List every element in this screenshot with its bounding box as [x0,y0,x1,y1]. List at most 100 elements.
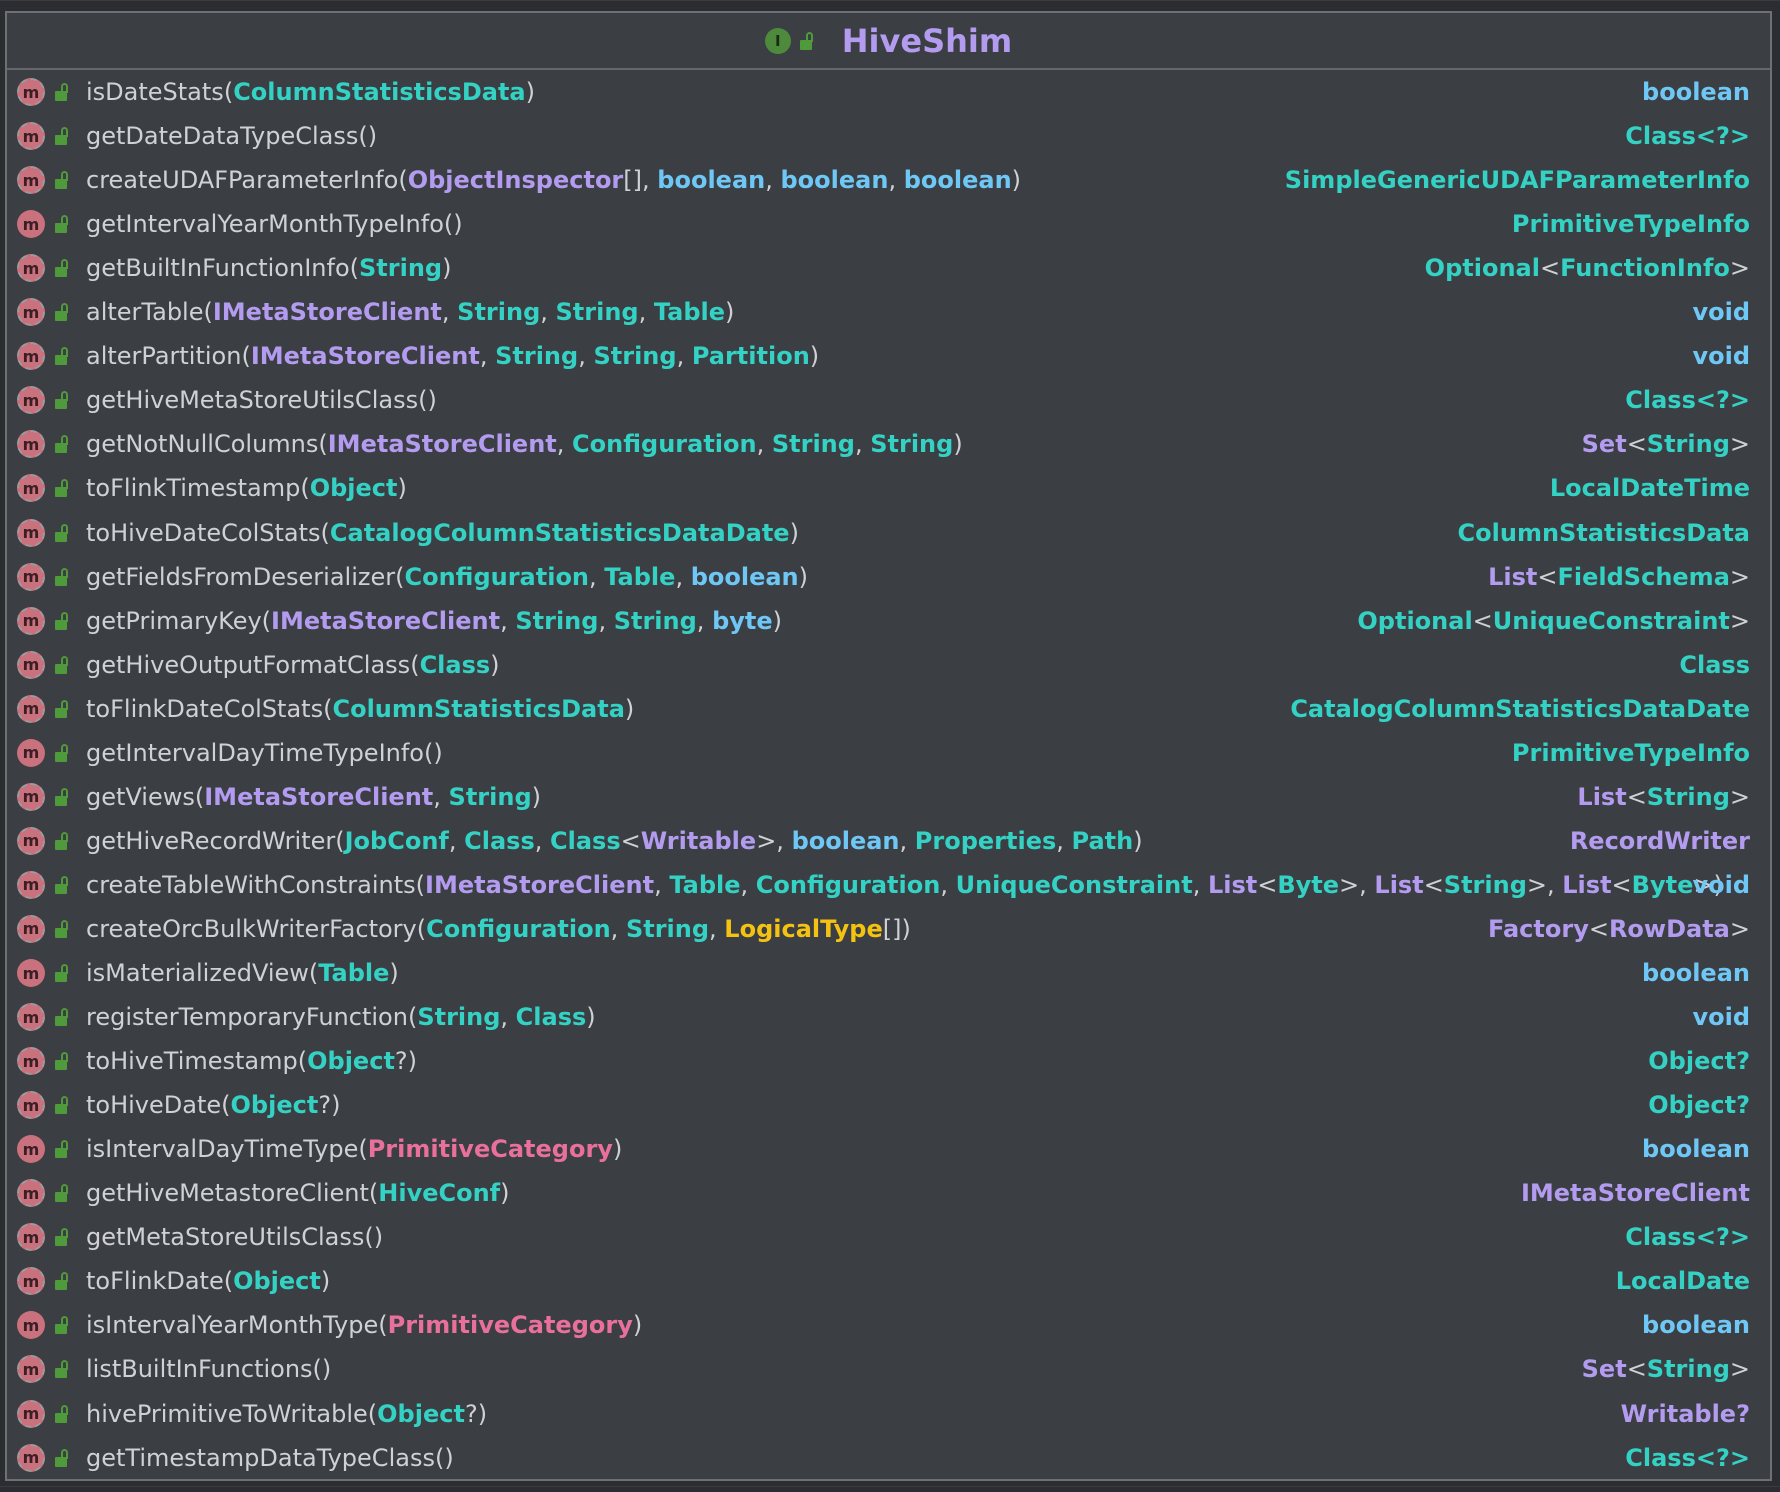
method-row[interactable]: m toFlinkTimestamp(Object) LocalDateTime [7,466,1770,510]
method-row[interactable]: m isDateStats(ColumnStatisticsData) boolea… [7,70,1770,114]
return-type-token: < [1539,254,1561,283]
return-type: Class<?> [1625,1223,1750,1251]
method-row[interactable]: m listBuiltInFunctions() Set<String> [7,1347,1770,1391]
return-type-token: < [1626,1355,1647,1384]
return-type-token: ? [1736,1399,1750,1428]
method-row[interactable]: m getHiveRecordWriter(JobConf, Class, Cla… [7,819,1770,863]
param-type: ColumnStatisticsData [233,78,526,106]
method-row[interactable]: m toHiveDateColStats(CatalogColumnStatist… [7,511,1770,555]
paren: ( [320,518,330,547]
method-row[interactable]: m getFieldsFromDeserializer(Configuration… [7,555,1770,599]
method-row[interactable]: m getPrimaryKey(IMetaStoreClient, String,… [7,599,1770,643]
paren: ) [389,959,399,987]
uml-class-box[interactable]: I HiveShim m isDateStats(ColumnStatistics… [5,11,1772,1481]
method-row[interactable]: m alterPartition(IMetaStoreClient, String… [7,334,1770,378]
method-row[interactable]: m getViews(IMetaStoreClient, String) List<… [7,775,1770,819]
method-row[interactable]: m getDateDataTypeClass() Class<?> [7,114,1770,158]
param-type: Path [1071,826,1134,855]
method-row[interactable]: m hivePrimitiveToWritable(Object?) Writabl… [7,1392,1770,1436]
method-row[interactable]: m toFlinkDate(Object) LocalDate [7,1259,1770,1303]
param-type: boolean [791,826,900,855]
method-signature: registerTemporaryFunction(String, Class) [86,1003,596,1031]
comma: , [654,870,670,899]
method-name: getPrimaryKey [86,606,262,635]
return-type-token: > [1729,606,1750,635]
class-header[interactable]: I HiveShim [7,13,1770,70]
param-type: < [620,826,641,855]
public-lock-icon [54,215,69,234]
method-row[interactable]: m getIntervalDayTimeTypeInfo() PrimitiveTy… [7,731,1770,775]
abstract-method-icon: m [17,1179,45,1208]
method-name: getViews [86,782,195,811]
return-type-token: ? [1736,1047,1750,1076]
paren: ) [809,342,820,371]
comma: , [610,914,626,943]
method-row[interactable]: m isIntervalYearMonthType(PrimitiveCatego… [7,1303,1770,1347]
method-signature: getIntervalDayTimeTypeInfo() [86,739,443,767]
method-name: toHiveTimestamp [86,1047,298,1076]
method-row[interactable]: m isIntervalDayTimeType(PrimitiveCategory… [7,1127,1770,1171]
param-type: > [1526,870,1547,899]
paren: ) [331,1091,341,1120]
comma: , [441,298,458,327]
return-type: ColumnStatisticsData [1458,519,1750,547]
return-type: Set<String> [1582,1355,1750,1383]
return-type-token: Optional [1424,254,1540,283]
return-type: Class<?> [1625,1444,1750,1472]
method-row[interactable]: m getHiveMetaStoreUtilsClass() Class<?> [7,378,1770,422]
param-type: String [771,430,855,459]
param-type: String [870,430,954,459]
method-row[interactable]: m getMetaStoreUtilsClass() Class<?> [7,1215,1770,1259]
return-type-token: LocalDateTime [1549,474,1750,503]
return-type-token: PrimitiveTypeInfo [1511,210,1750,239]
abstract-method-icon: m [17,1003,45,1032]
method-row[interactable]: m getNotNullColumns(IMetaStoreClient, Con… [7,422,1770,466]
paren: ( [443,210,454,239]
method-row[interactable]: m createUDAFParameterInfo(ObjectInspector… [7,158,1770,202]
method-row[interactable]: m isMaterializedView(Table) boolean [7,951,1770,995]
method-row[interactable]: m toHiveTimestamp(Object?) Object? [7,1039,1770,1083]
return-type-token: FunctionInfo [1560,254,1730,283]
return-type: Object? [1648,1047,1750,1075]
public-lock-icon [54,1272,69,1291]
method-name: createUDAFParameterInfo [86,166,399,195]
return-type: Optional<UniqueConstraint> [1357,607,1750,635]
method-row[interactable]: m toHiveDate(Object?) Object? [7,1083,1770,1127]
param-type: Object [309,474,398,503]
param-type: List [1207,870,1258,899]
return-type-token: > [1729,254,1750,283]
return-type-token: String [1646,1355,1730,1384]
paren: ) [798,562,809,591]
paren: ( [407,1003,418,1032]
public-lock-icon [54,1096,69,1115]
comma: , [1192,870,1208,899]
method-row[interactable]: m createTableWithConstraints(IMetaStoreCl… [7,863,1770,907]
param-type: Table [604,562,676,591]
method-signature: isDateStats(ColumnStatisticsData) [86,78,535,106]
param-type: IMetaStoreClient [250,342,480,371]
return-type-token: boolean [1642,1135,1750,1164]
method-row[interactable]: m getHiveOutputFormatClass(Class) Class [7,643,1770,687]
param-type: String [625,914,710,943]
return-type: PrimitiveTypeInfo [1512,210,1750,238]
return-type-token: Optional [1357,606,1473,635]
method-row[interactable]: m getBuiltInFunctionInfo(String) Optional<… [7,246,1770,290]
param-type: IMetaStoreClient [212,298,442,327]
method-row[interactable]: m createOrcBulkWriterFactory(Configuratio… [7,907,1770,951]
return-type: RecordWriter [1570,827,1750,855]
public-lock-icon [54,523,69,542]
method-name: getDateDataTypeClass [86,122,359,151]
return-type-token: Class [1679,650,1750,679]
method-row[interactable]: m toFlinkDateColStats(ColumnStatisticsDat… [7,687,1770,731]
paren: ( [368,1179,379,1208]
return-type: void [1692,298,1750,326]
method-row[interactable]: m getIntervalYearMonthTypeInfo() Primitive… [7,202,1770,246]
return-type-token: <?> [1695,1443,1750,1472]
paren: ( [194,782,205,811]
method-row[interactable]: m getTimestampDataTypeClass() Class<?> [7,1436,1770,1480]
method-row[interactable]: m getHiveMetastoreClient(HiveConf) IMetaSt… [7,1171,1770,1215]
method-icon: m [17,1135,45,1164]
return-type-token: > [1729,562,1750,591]
method-row[interactable]: m alterTable(IMetaStoreClient, String, St… [7,290,1770,334]
method-row[interactable]: m registerTemporaryFunction(String, Class… [7,995,1770,1039]
